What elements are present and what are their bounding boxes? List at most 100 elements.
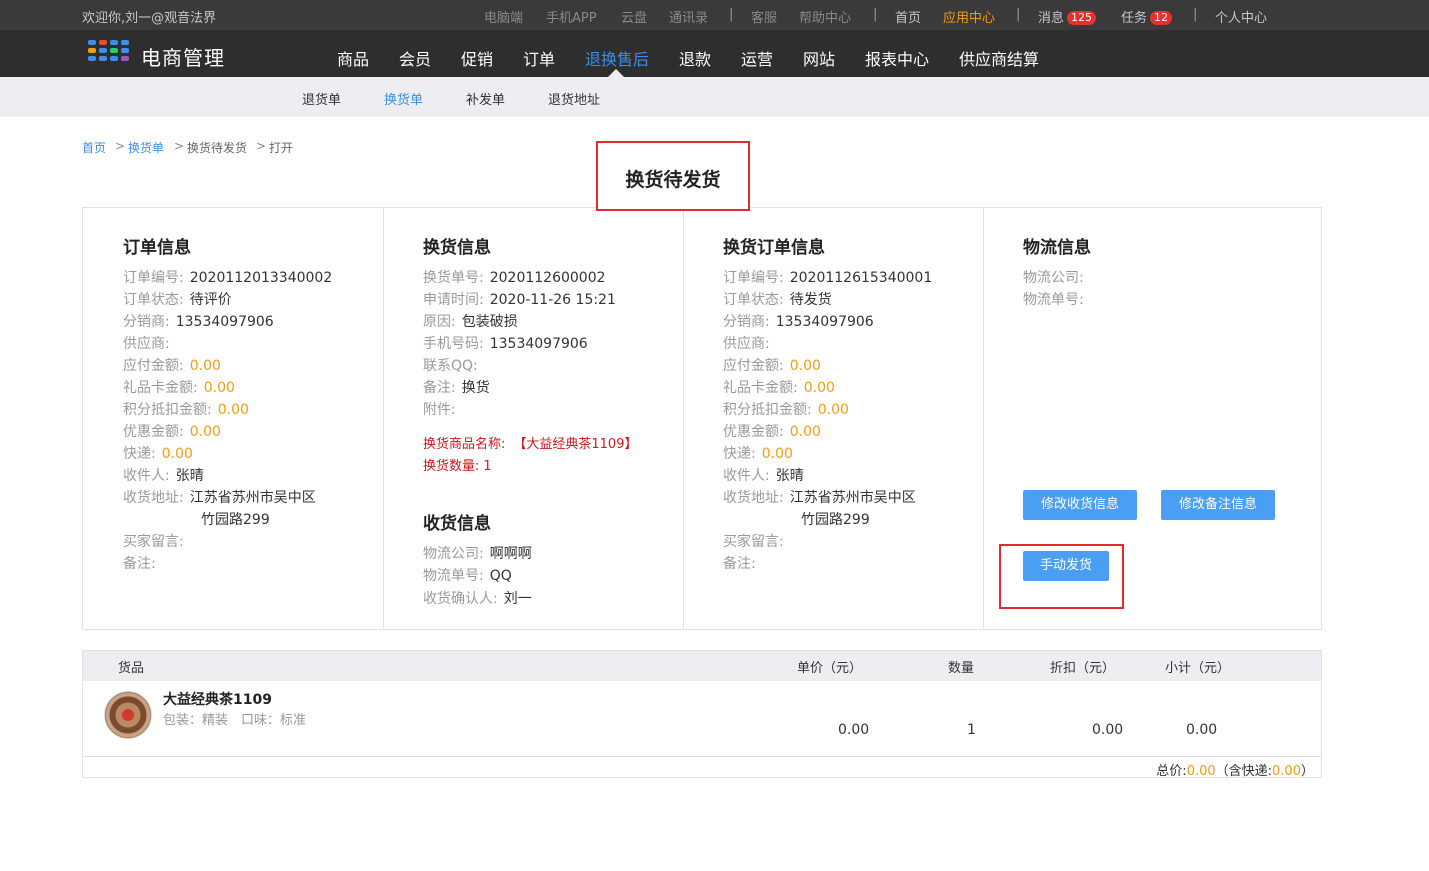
order-info-row: 积分抵扣金额: 0.00 xyxy=(123,402,249,418)
edit-receive-info-button[interactable]: 修改收货信息 xyxy=(1023,490,1137,520)
tasks-label: 任务 xyxy=(1121,11,1148,26)
logistics-info-row: 物流公司: xyxy=(1023,270,1084,286)
util-link-contacts[interactable]: 通讯录 xyxy=(669,7,708,26)
nav-item-products[interactable]: 商品 xyxy=(337,46,369,70)
exchange-order-row: 礼品卡金额: 0.00 xyxy=(723,380,835,396)
shipping-amount: 0.00 xyxy=(1272,764,1301,779)
exchange-order-row: 买家留言: xyxy=(723,534,784,550)
util-link-messages[interactable]: 消息 125 xyxy=(1038,7,1097,26)
util-link-cloud-disk[interactable]: 云盘 xyxy=(621,7,647,26)
welcome-text: 欢迎你,刘一@观音法界 xyxy=(82,11,217,26)
exchange-order-row: 积分抵扣金额: 0.00 xyxy=(723,402,849,418)
exchange-order-row: 快递: 0.00 xyxy=(723,446,793,462)
exchange-info-row: 换货单号: 2020112600002 xyxy=(423,270,606,286)
breadcrumb-exchange-order[interactable]: 换货单 xyxy=(128,139,164,156)
page-title: 换货待发货 xyxy=(625,169,721,191)
table-divider xyxy=(83,756,1321,757)
util-separator: | xyxy=(1193,7,1198,22)
col-header-quantity: 数量 xyxy=(948,661,975,676)
breadcrumb-separator: > xyxy=(256,139,267,153)
exchange-order-row: 订单编号: 2020112615340001 xyxy=(723,270,933,286)
order-info-row: 买家留言: xyxy=(123,534,184,550)
brand-title: 电商管理 xyxy=(141,46,225,70)
nav-item-after-sales[interactable]: 退换售后 xyxy=(585,46,649,70)
subnav-item-reissue-order[interactable]: 补发单 xyxy=(466,89,505,108)
breadcrumb-separator: > xyxy=(174,139,185,153)
order-info-row: 礼品卡金额: 0.00 xyxy=(123,380,235,396)
cell-quantity: 1 xyxy=(967,722,976,738)
util-separator: | xyxy=(729,7,734,22)
util-link-desktop[interactable]: 电脑端 xyxy=(484,7,523,26)
util-link-help-center[interactable]: 帮助中心 xyxy=(799,7,851,26)
order-info-row: 订单状态: 待评价 xyxy=(123,292,232,308)
column-divider xyxy=(383,207,384,630)
tasks-count-badge: 12 xyxy=(1150,11,1173,25)
util-link-mobile-app[interactable]: 手机APP xyxy=(546,7,597,26)
edit-remark-info-button[interactable]: 修改备注信息 xyxy=(1161,490,1275,520)
col-header-unit-price: 单价（元） xyxy=(797,661,863,676)
exchange-order-row: 供应商: xyxy=(723,336,770,352)
util-separator: | xyxy=(1016,7,1021,22)
exchange-info-row: 附件: xyxy=(423,402,456,418)
util-link-tasks[interactable]: 任务 12 xyxy=(1121,7,1173,26)
manual-ship-button[interactable]: 手动发货 xyxy=(1023,551,1109,581)
breadcrumb-current: 打开 xyxy=(269,141,294,155)
exchange-info-row: 手机号码: 13534097906 xyxy=(423,336,588,352)
exchange-order-row: 分销商: 13534097906 xyxy=(723,314,874,330)
util-link-customer-service[interactable]: 客服 xyxy=(751,7,777,26)
col-header-discount: 折扣（元） xyxy=(1050,661,1116,676)
order-total: 总价:0.00（含快递:0.00） xyxy=(1156,764,1314,779)
order-info-row: 应付金额: 0.00 xyxy=(123,358,221,374)
exchange-order-info-title: 换货订单信息 xyxy=(723,238,825,258)
order-info-row: 供应商: xyxy=(123,336,170,352)
subnav-item-return-order[interactable]: 退货单 xyxy=(302,89,341,108)
receive-info-row: 物流单号: QQ xyxy=(423,568,512,584)
cell-subtotal: 0.00 xyxy=(1186,722,1218,738)
product-thumbnail[interactable] xyxy=(104,691,152,739)
breadcrumb-pending-ship: 换货待发货 xyxy=(187,141,248,155)
app-grid-logo-icon[interactable] xyxy=(88,40,129,64)
receive-info-row: 物流公司: 啊啊啊 xyxy=(423,546,532,562)
exchange-order-row: 收件人: 张晴 xyxy=(723,468,804,484)
exchange-goods-name: 换货商品名称: 【大益经典茶1109】 xyxy=(423,437,638,452)
exchange-info-row: 原因: 包装破损 xyxy=(423,314,518,330)
col-header-goods: 货品 xyxy=(118,661,145,676)
exchange-info-title: 换货信息 xyxy=(423,238,491,258)
messages-label: 消息 xyxy=(1038,11,1065,26)
messages-count-badge: 125 xyxy=(1067,11,1097,25)
nav-item-promotions[interactable]: 促销 xyxy=(461,46,493,70)
column-divider xyxy=(983,207,984,630)
sub-nav: 退货单 换货单 补发单 退货地址 xyxy=(0,77,1429,117)
exchange-order-row: 订单状态: 待发货 xyxy=(723,292,832,308)
nav-item-members[interactable]: 会员 xyxy=(399,46,431,70)
util-link-app-center[interactable]: 应用中心 xyxy=(943,7,995,26)
order-info-row: 备注: xyxy=(123,556,156,572)
util-separator: | xyxy=(873,7,878,22)
receive-info-row: 收货确认人: 刘一 xyxy=(423,591,532,607)
product-name[interactable]: 大益经典茶1109 xyxy=(163,689,272,709)
goods-table-header xyxy=(83,651,1321,681)
exchange-info-row: 联系QQ: xyxy=(423,358,478,374)
nav-item-orders[interactable]: 订单 xyxy=(523,46,555,70)
exchange-order-row: 应付金额: 0.00 xyxy=(723,358,821,374)
nav-item-operations[interactable]: 运营 xyxy=(741,46,773,70)
cell-discount: 0.00 xyxy=(1092,722,1124,738)
nav-item-refunds[interactable]: 退款 xyxy=(679,46,711,70)
subnav-item-exchange-order[interactable]: 换货单 xyxy=(384,89,423,108)
order-info-row: 收货地址: 江苏省苏州市吴中区 竹园路299 xyxy=(123,490,316,528)
total-amount: 0.00 xyxy=(1186,764,1216,779)
nav-item-supplier-settlement[interactable]: 供应商结算 xyxy=(959,46,1039,70)
util-link-personal-center[interactable]: 个人中心 xyxy=(1215,7,1267,26)
nav-item-website[interactable]: 网站 xyxy=(803,46,835,70)
order-info-row: 订单编号: 2020112013340002 xyxy=(123,270,333,286)
logistics-info-title: 物流信息 xyxy=(1023,238,1091,258)
exchange-order-row: 优惠金额: 0.00 xyxy=(723,424,821,440)
nav-item-reports[interactable]: 报表中心 xyxy=(865,46,929,70)
subnav-item-return-address[interactable]: 退货地址 xyxy=(548,89,600,108)
page-title-box: 换货待发货 xyxy=(596,141,750,211)
top-header: 欢迎你,刘一@观音法界 电脑端 手机APP 云盘 通讯录 | 客服 帮助中心 |… xyxy=(0,0,1429,77)
util-link-home[interactable]: 首页 xyxy=(895,7,921,26)
receive-info-title: 收货信息 xyxy=(423,514,491,534)
breadcrumb-home[interactable]: 首页 xyxy=(82,139,106,156)
cell-unit-price: 0.00 xyxy=(838,722,870,738)
